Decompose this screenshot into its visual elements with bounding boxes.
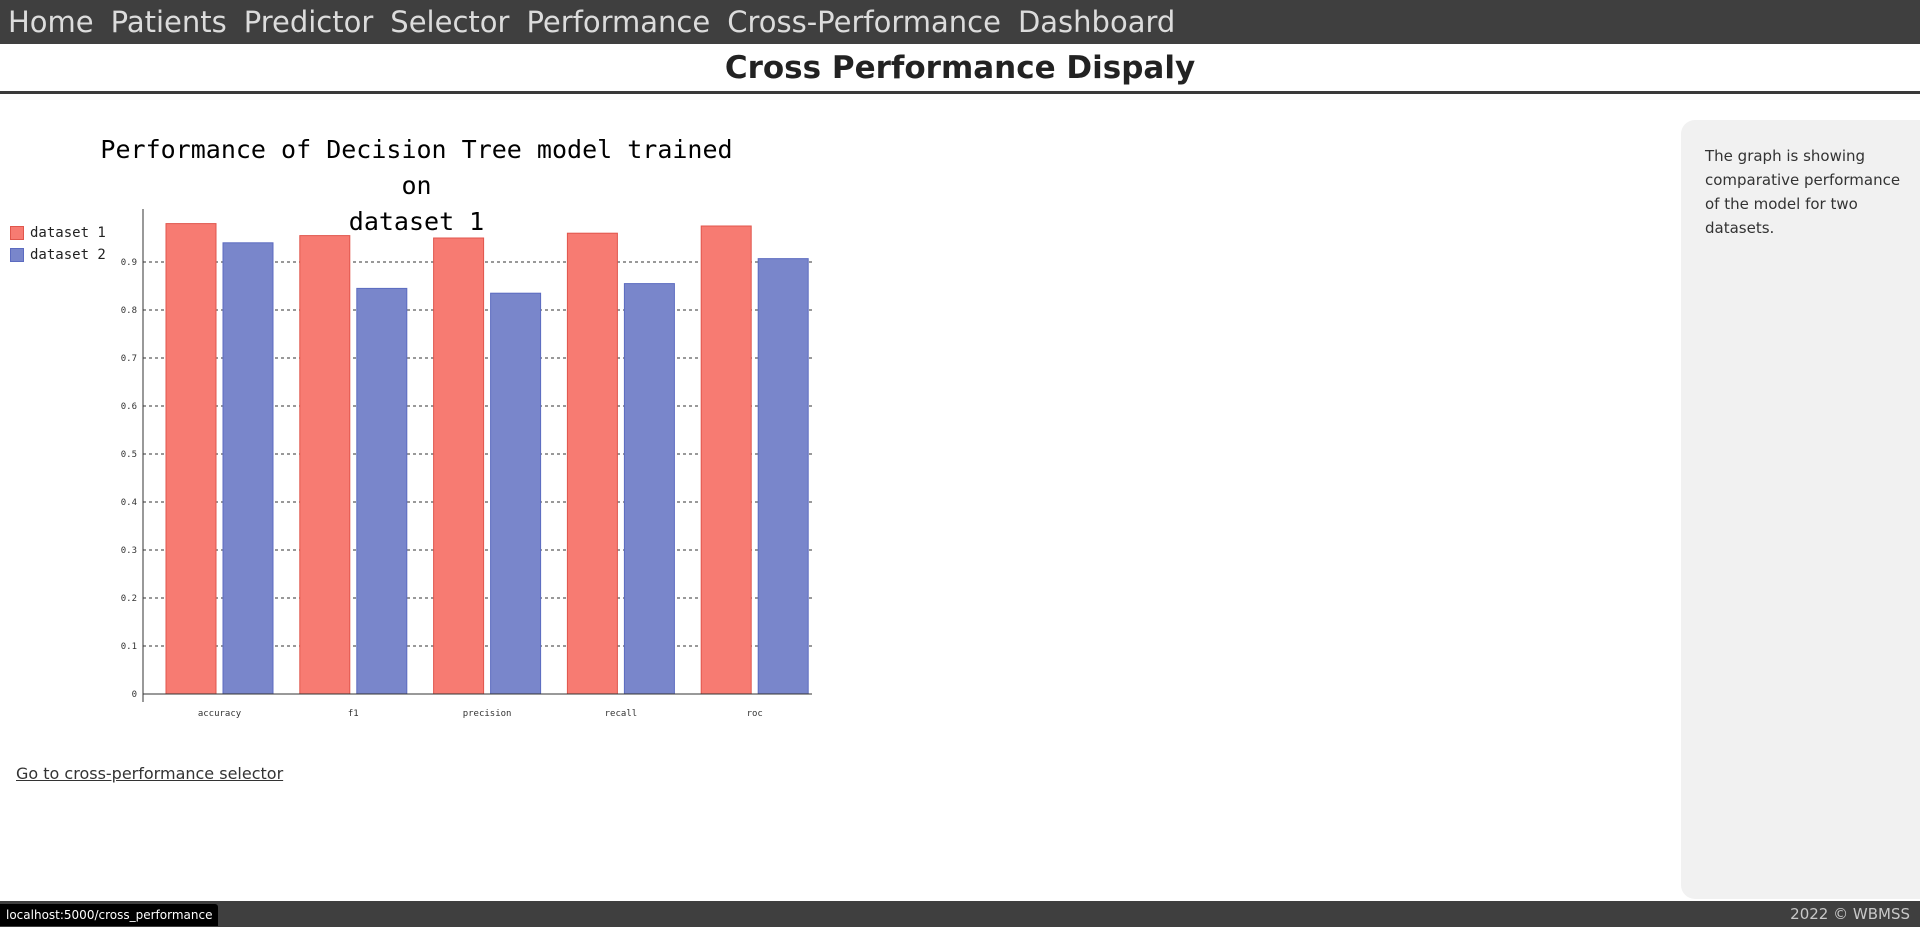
bar-precision-series-2	[490, 292, 542, 695]
legend-swatch-dataset-2	[10, 248, 24, 262]
legend-swatch-dataset-1	[10, 226, 24, 240]
x-tick-label: accuracy	[198, 709, 242, 719]
bar-f1-series-2	[356, 287, 408, 695]
x-tick-label: f1	[348, 709, 359, 719]
nav-predictor-link[interactable]: Predictor	[244, 0, 374, 44]
legend-label-dataset-1: dataset 1	[30, 225, 106, 241]
y-tick-label: 0.6	[121, 402, 137, 412]
bar-recall-series-2	[623, 283, 675, 695]
y-tick-label: 0.8	[121, 306, 137, 316]
chart-container: 0 0.1 0.2 0.3 0.4 0.5 0.6 0.7 0.8 0.9 accuracy f1 pr…	[0, 94, 830, 754]
chart-title: Performance of Decision Tree model train…	[80, 132, 753, 240]
nav-performance-link[interactable]: Performance	[526, 0, 710, 44]
page-title: Cross Performance Dispaly	[724, 50, 1196, 86]
bar-precision-series-1	[433, 237, 485, 695]
y-tick-label: 0.4	[121, 498, 137, 508]
y-tick-label: 0.9	[121, 258, 137, 268]
y-tick-label: 0	[132, 690, 137, 700]
chart-title-line-1: Performance of Decision Tree model train…	[100, 135, 733, 200]
y-tick-label: 0.3	[121, 546, 137, 556]
footer-bar	[0, 901, 1920, 927]
chart-legend: dataset 1 dataset 2	[10, 222, 106, 266]
x-tick-label: precision	[463, 709, 512, 719]
top-navigation: Home Patients Predictor Selector Perform…	[0, 0, 1920, 44]
nav-selector-link[interactable]: Selector	[390, 0, 509, 44]
legend-item-dataset-1: dataset 1	[10, 222, 106, 244]
nav-cross-performance-link[interactable]: Cross-Performance	[727, 0, 1001, 44]
bar-roc-series-1	[700, 225, 752, 695]
chart-title-line-2: dataset 1	[348, 207, 485, 236]
bar-accuracy-series-2	[222, 242, 274, 695]
x-tick-label: roc	[747, 709, 763, 719]
bar-accuracy-series-1	[165, 223, 217, 695]
info-side-panel: The graph is showing comparative perform…	[1681, 120, 1920, 899]
x-tick-label: recall	[605, 709, 638, 719]
cross-performance-selector-link[interactable]: Go to cross-performance selector	[16, 764, 283, 783]
side-panel-description: The graph is showing comparative perform…	[1705, 147, 1901, 237]
legend-label-dataset-2: dataset 2	[30, 247, 106, 263]
status-bar-url: localhost:5000/cross_performance	[0, 904, 219, 926]
bar-roc-series-2	[757, 258, 809, 695]
nav-home-link[interactable]: Home	[8, 0, 94, 44]
y-tick-label: 0.1	[121, 642, 137, 652]
nav-patients-link[interactable]: Patients	[111, 0, 227, 44]
nav-dashboard-link[interactable]: Dashboard	[1018, 0, 1175, 44]
footer-copyright: 2022 © WBMSS	[1790, 905, 1910, 923]
y-tick-label: 0.2	[121, 594, 137, 604]
y-tick-label: 0.5	[121, 450, 137, 460]
y-tick-label: 0.7	[121, 354, 137, 364]
bar-f1-series-1	[299, 235, 351, 695]
legend-item-dataset-2: dataset 2	[10, 244, 106, 266]
bar-recall-series-1	[566, 232, 618, 695]
